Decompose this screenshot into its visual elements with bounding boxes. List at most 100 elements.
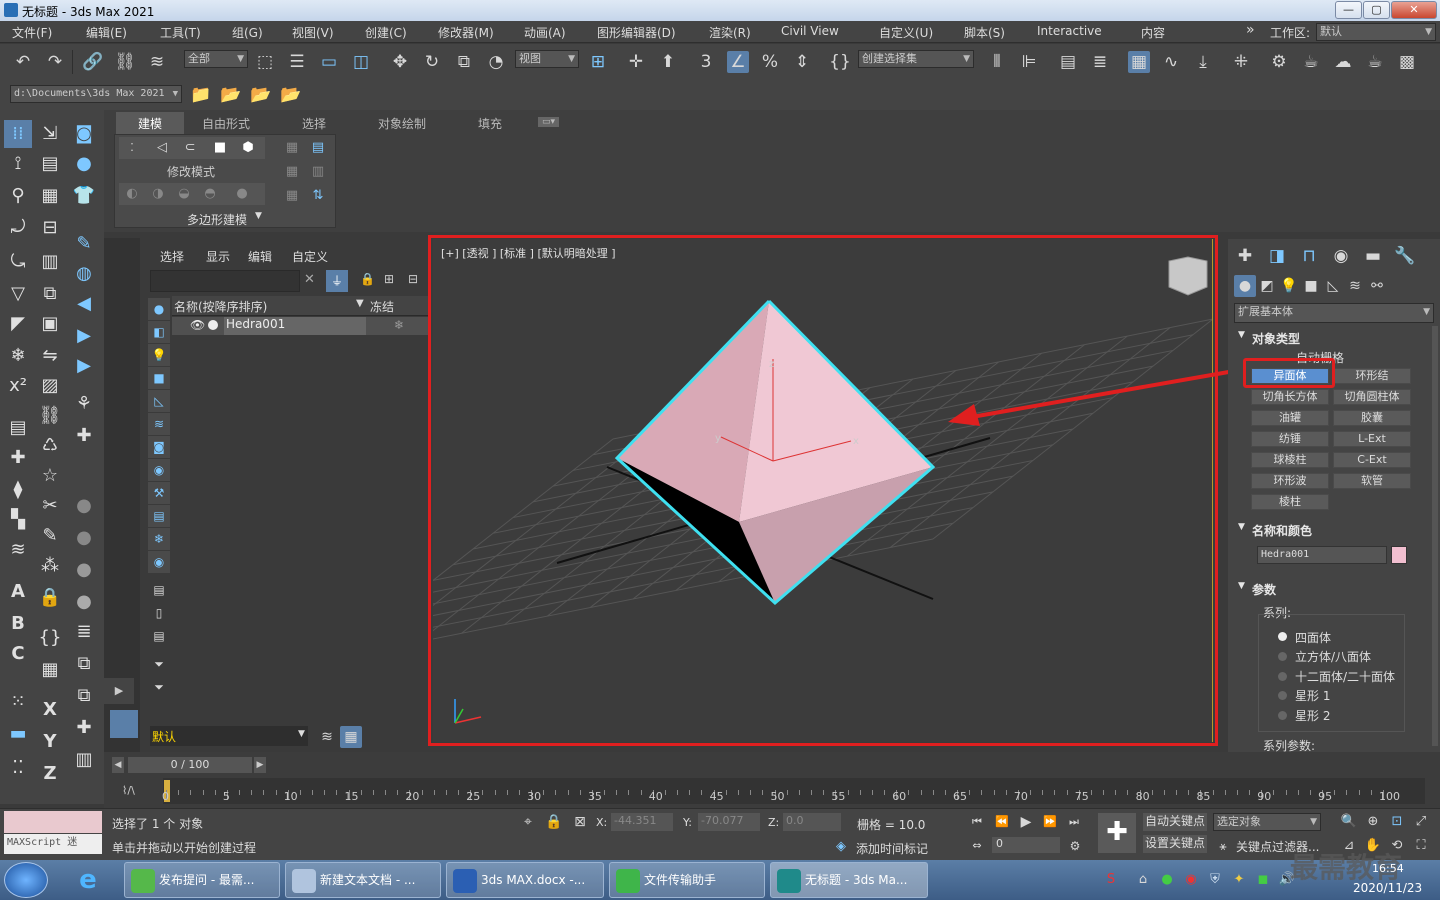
primitive-category-dropdown[interactable]: 扩展基本体 ▼ <box>1234 303 1434 323</box>
percent-snap-icon[interactable]: % <box>759 51 781 73</box>
select-object-icon[interactable]: ⬚ <box>254 51 276 73</box>
axis-x-icon[interactable]: X <box>36 696 64 724</box>
tab-freeform[interactable]: 自由形式 <box>202 115 250 132</box>
object-name-cell[interactable]: Hedra001 <box>224 317 366 335</box>
side-op3-icon[interactable]: ▦ <box>281 185 303 207</box>
auto-key-button[interactable]: 自动关键点 <box>1143 813 1207 831</box>
family-option-cube-octa[interactable]: 立方体/八面体 <box>1295 648 1371 665</box>
add-layer-icon[interactable]: ✚ <box>4 444 32 472</box>
object-color-swatch[interactable] <box>1391 546 1407 564</box>
nodes-icon[interactable]: ⁂ <box>36 552 64 580</box>
hidden-filter-icon[interactable]: ◉ <box>148 551 170 573</box>
poly-select-icon[interactable]: ▽ <box>4 280 32 308</box>
side-op5-icon[interactable]: ▥ <box>307 161 329 183</box>
menu-view[interactable]: 视图(V) <box>292 24 334 41</box>
task-item-3dsmax[interactable]: 无标题 - 3ds Ma... <box>770 862 928 898</box>
ruler-icon[interactable]: ▬ <box>4 720 32 748</box>
schematic-view-icon[interactable]: ⁜ <box>1230 51 1252 73</box>
family-radio-star1[interactable] <box>1278 691 1287 700</box>
shapes-filter-icon[interactable]: ◧ <box>148 321 170 343</box>
family-radio-cube-octa[interactable] <box>1278 652 1287 661</box>
frozen-filter-icon[interactable]: ❄ <box>148 528 170 550</box>
select-by-name-icon[interactable]: ☰ <box>286 51 308 73</box>
family-radio-dodec-icos[interactable] <box>1278 672 1287 681</box>
motion-tab-icon[interactable]: ◉ <box>1330 245 1352 267</box>
sheet-icon[interactable]: ▣ <box>36 310 64 338</box>
visibility-eye-icon[interactable]: 👁 <box>190 318 205 332</box>
clear-search-icon[interactable]: ✕ <box>304 272 315 287</box>
maxscript-listener-pink[interactable] <box>4 811 102 833</box>
project-folder-icon[interactable]: 📁 <box>190 84 212 106</box>
render-tool-icon[interactable]: ◀ <box>70 290 98 318</box>
clone-icon[interactable]: ⧉ <box>36 280 64 308</box>
stack-icon[interactable]: ⧫ <box>4 476 32 504</box>
goto-start-icon[interactable]: ⏮ <box>966 811 988 833</box>
ring-wave-button[interactable]: 环形波 <box>1251 473 1329 489</box>
sphere-tool-icon[interactable]: ● <box>70 150 98 178</box>
set-key-big-icon[interactable]: ✚ <box>1098 813 1136 853</box>
play-icon[interactable]: ▶ <box>1015 811 1037 833</box>
task-item-notepad[interactable]: 新建文本文档 - ... <box>285 862 441 898</box>
tree-icon[interactable]: ⊟ <box>408 272 418 286</box>
rendered-frame-icon[interactable]: ☁ <box>1332 51 1354 73</box>
ribbon-tool-icon[interactable]: ✎ <box>70 230 98 258</box>
prism-button[interactable]: 棱柱 <box>1251 494 1329 510</box>
chamfer-cyl-button[interactable]: 切角圆柱体 <box>1333 389 1411 405</box>
key-set-dropdown[interactable]: 选定对象 ▼ <box>1213 813 1321 831</box>
sphere-grey-icon[interactable]: ● <box>70 492 98 520</box>
pen-tool-icon[interactable]: ✎ <box>36 522 64 550</box>
undo-icon[interactable]: ↶ <box>12 51 34 73</box>
add-time-tag[interactable]: 添加时间标记 <box>856 840 928 857</box>
ie-icon[interactable]: e <box>70 864 106 896</box>
align-tool-icon[interactable]: ⊟ <box>36 214 64 242</box>
z-coordinate-field[interactable]: 0.0 <box>783 813 841 831</box>
zoom-all-icon[interactable]: ⊕ <box>1362 811 1384 833</box>
sphere-grey2-icon[interactable]: ● <box>70 524 98 552</box>
chevron-down-icon[interactable]: ▼ <box>255 211 262 221</box>
menu-content[interactable]: 内容 <box>1141 24 1165 41</box>
menu-civil-view[interactable]: Civil View <box>781 24 839 38</box>
project-path-dropdown[interactable]: d:\Documents\3ds Max 2021 ▼ <box>10 85 182 103</box>
move-icon[interactable]: ✥ <box>389 51 411 73</box>
xp-icon[interactable]: x² <box>4 372 32 400</box>
tab-object-paint[interactable]: 对象绘制 <box>378 115 426 132</box>
geometry-category-icon[interactable]: ● <box>1234 275 1256 297</box>
polygon-icon[interactable]: ■ <box>209 137 231 159</box>
tab-selection[interactable]: 选择 <box>302 115 326 132</box>
start-button[interactable] <box>4 862 48 898</box>
tab-modeling[interactable]: 建模 <box>116 112 185 135</box>
maxscript-mini-listener[interactable]: MAXScript 迷 <box>4 834 102 854</box>
stack-tool-icon[interactable]: ≣ <box>70 618 98 646</box>
curve-editor-mini-icon[interactable]: ⌇/\ <box>122 784 135 797</box>
hierarchy-tab-icon[interactable]: ⊓ <box>1298 245 1320 267</box>
menu-edit[interactable]: 编辑(E) <box>86 24 127 41</box>
command-panel-scrollbar[interactable] <box>1432 326 1438 746</box>
freeze-snowflake-icon[interactable]: ❄ <box>394 318 404 332</box>
snaps-toggle-icon[interactable]: 3 <box>695 51 717 73</box>
ribbon-options-icon[interactable]: ▭▾ <box>538 117 560 127</box>
array-tool-icon[interactable]: ▥ <box>36 248 64 276</box>
list-none-icon[interactable]: ▯ <box>148 602 170 624</box>
tray-shield-icon[interactable]: ⛨ <box>1204 869 1226 891</box>
task-item-wechat[interactable]: 文件传输助手 <box>609 862 765 898</box>
stack-tool2-icon[interactable]: ▥ <box>70 746 98 774</box>
layers-tool-icon[interactable]: ▤ <box>4 414 32 442</box>
zoom-extents-all-icon[interactable]: ⤢ <box>1410 811 1432 833</box>
rollout-parameters[interactable]: ▼ 参数 <box>1234 581 1434 601</box>
zoom-extents-icon[interactable]: ⊡ <box>1386 811 1408 833</box>
curve-editor-icon[interactable]: ∿ <box>1160 51 1182 73</box>
c-ext-button[interactable]: C-Ext <box>1333 452 1411 468</box>
dots-icon[interactable]: ⁚⁚ <box>4 754 32 782</box>
angle-snap-icon[interactable]: ∠ <box>727 51 749 73</box>
current-frame-field[interactable]: 0 <box>992 837 1060 853</box>
globe-tool-icon[interactable]: ◍ <box>70 260 98 288</box>
placement-icon[interactable]: ◔ <box>485 51 507 73</box>
groups-filter-icon[interactable]: ◙ <box>148 436 170 458</box>
edge-icon[interactable]: ◁ <box>151 137 173 159</box>
plus-cross-icon[interactable]: ✚ <box>70 422 98 450</box>
bones-filter-icon[interactable]: ⚒ <box>148 482 170 504</box>
axis-y-icon[interactable]: Y <box>36 728 64 756</box>
select-tool-icon[interactable]: ⁞⁞ <box>4 120 32 148</box>
save-tool-icon[interactable]: ▨ <box>36 372 64 400</box>
toggle-ribbon-icon[interactable]: ▦ <box>1128 51 1150 73</box>
